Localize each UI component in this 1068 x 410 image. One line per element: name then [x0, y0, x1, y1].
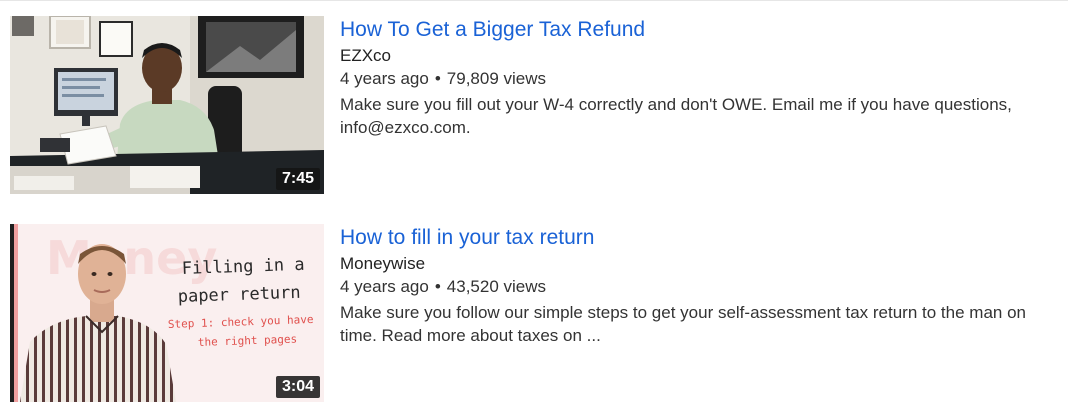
video-title-link[interactable]: How to fill in your tax return [340, 225, 1058, 251]
video-thumbnail[interactable]: Money Filling in a paper return Step 1: … [10, 224, 324, 402]
meta-separator: • [434, 69, 441, 88]
thumb-text-line1: Filling in a [181, 255, 304, 279]
channel-name-link[interactable]: Moneywise [340, 253, 1058, 275]
video-info: How to fill in your tax return Moneywise… [340, 224, 1058, 347]
upload-age: 4 years ago [340, 69, 429, 88]
view-count: 43,520 views [446, 277, 547, 296]
upload-age: 4 years ago [340, 277, 429, 296]
video-thumbnail[interactable]: 7:45 [10, 16, 324, 194]
view-count: 79,809 views [446, 69, 547, 88]
video-duration: 7:45 [275, 168, 320, 190]
video-meta: 4 years ago • 43,520 views [340, 276, 1058, 298]
video-result: Money Filling in a paper return Step 1: … [10, 224, 1060, 402]
video-description: Make sure you fill out your W-4 correctl… [340, 95, 1012, 137]
video-title-link[interactable]: How To Get a Bigger Tax Refund [340, 17, 1058, 43]
video-description: Make sure you follow our simple steps to… [340, 303, 1026, 345]
video-duration: 3:04 [275, 376, 320, 398]
channel-name-link[interactable]: EZXco [340, 45, 1058, 67]
video-meta: 4 years ago • 79,809 views [340, 68, 1058, 90]
video-result: 7:45 How To Get a Bigger Tax Refund EZXc… [10, 16, 1060, 194]
video-info: How To Get a Bigger Tax Refund EZXco 4 y… [340, 16, 1058, 139]
top-divider [0, 0, 1068, 1]
thumb-text-line2: paper return [177, 283, 300, 307]
meta-separator: • [434, 277, 441, 296]
